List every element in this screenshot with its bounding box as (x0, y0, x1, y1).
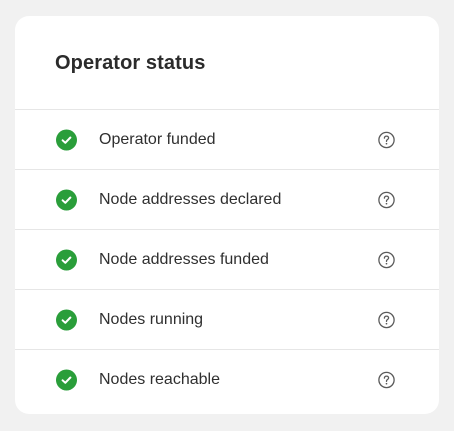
card-header: Operator status (15, 16, 439, 110)
status-row-node-addresses-funded: Node addresses funded (15, 230, 439, 290)
question-circle-icon[interactable] (378, 251, 395, 268)
check-circle-icon (56, 369, 77, 391)
check-circle-icon (56, 249, 77, 270)
question-circle-icon[interactable] (378, 191, 395, 208)
status-row-nodes-reachable: Nodes reachable (15, 350, 439, 410)
operator-status-card: Operator status Operator funded Node add… (15, 16, 439, 414)
status-label: Node addresses funded (99, 250, 269, 268)
status-row-nodes-running: Nodes running (15, 290, 439, 350)
question-circle-icon[interactable] (378, 371, 395, 389)
status-list: Operator funded Node addresses declared … (15, 110, 439, 410)
status-label: Nodes reachable (99, 371, 220, 388)
status-row-node-addresses-declared: Node addresses declared (15, 170, 439, 230)
question-circle-icon[interactable] (378, 311, 395, 328)
status-label: Nodes running (99, 310, 204, 328)
check-circle-icon (56, 189, 77, 210)
status-label: Operator funded (99, 130, 216, 148)
check-circle-icon (56, 129, 77, 150)
status-row-operator-funded: Operator funded (15, 110, 439, 170)
card-title: Operator status (55, 52, 206, 74)
question-circle-icon[interactable] (378, 131, 395, 148)
check-circle-icon (56, 309, 77, 330)
status-label: Node addresses declared (99, 190, 282, 208)
